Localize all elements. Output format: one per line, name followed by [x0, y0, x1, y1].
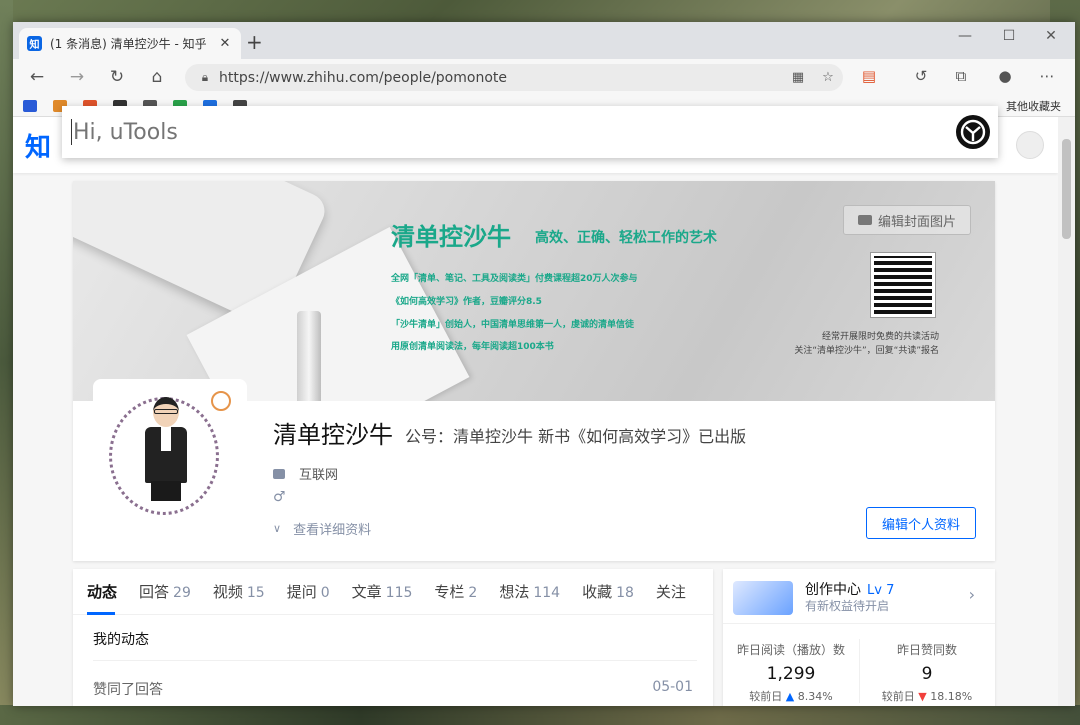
- active-tab-underline: [87, 612, 115, 615]
- activity-item-date: 05-01: [652, 679, 693, 695]
- stat-reads: 昨日阅读（播放）数 1,299 较前日 ▲ 8.34%: [723, 641, 859, 704]
- creator-center-card: 创作中心 Lv 7 有新权益待开启 › 昨日阅读（播放）数 1,299 较前日 ▲…: [723, 569, 995, 706]
- chevron-right-icon[interactable]: ›: [969, 585, 975, 604]
- arrow-up-icon: ▲: [785, 690, 795, 703]
- qr-code: [870, 252, 936, 318]
- creator-illustration-icon: [733, 581, 793, 615]
- activity-card: 动态 回答 29 视频 15 提问 0 文章 115 专栏 2 想法 114 收藏 18 关注…: [73, 569, 713, 706]
- favorite-add-icon[interactable]: ☆: [813, 70, 843, 85]
- profile-name: 清单控沙牛: [273, 421, 393, 449]
- briefcase-icon: [273, 468, 285, 479]
- qr-note: 经常开展限时免费的共读活动: [821, 332, 939, 342]
- refresh-icon[interactable]: ↻: [107, 67, 127, 87]
- tab-bar: 知 (1 条消息) 清单控沙牛 - 知乎 ✕ + — ☐ ✕: [13, 22, 1075, 59]
- section-title: 我的动态: [93, 632, 149, 648]
- verified-badge-icon: [211, 391, 231, 411]
- home-icon[interactable]: ⌂: [147, 67, 167, 87]
- utools-logo-icon[interactable]: [956, 115, 990, 149]
- utools-search-input[interactable]: [72, 119, 956, 145]
- tab-title: (1 条消息) 清单控沙牛 - 知乎: [50, 37, 207, 51]
- cover-title: 清单控沙牛: [391, 223, 511, 251]
- divider: [723, 623, 995, 624]
- cover-line: 《如何高效学习》作者，豆瓣评分8.5: [391, 297, 542, 307]
- forward-icon[interactable]: →: [67, 67, 87, 87]
- profile-card: 清单控沙牛 高效、正确、轻松工作的艺术 全网「清单、笔记、工具及阅读类」付费课程…: [73, 181, 995, 561]
- edit-cover-button[interactable]: 编辑封面图片: [843, 205, 971, 235]
- profile-avatar-icon[interactable]: ●: [993, 67, 1017, 85]
- bookmarks-other-folder[interactable]: 其他收藏夹: [1006, 98, 1061, 114]
- gender-row: ♂: [273, 489, 286, 505]
- edit-profile-button[interactable]: 编辑个人资料: [866, 507, 976, 539]
- detail-row[interactable]: ∨ 查看详细资料: [273, 519, 371, 538]
- page-scrollbar[interactable]: [1058, 117, 1075, 706]
- tab-answers[interactable]: 回答 29: [139, 569, 191, 614]
- stat-reads-value: 1,299: [766, 664, 816, 684]
- profile-cover: 清单控沙牛 高效、正确、轻松工作的艺术 全网「清单、笔记、工具及阅读类」付费课程…: [73, 181, 995, 401]
- tab-following[interactable]: 关注: [656, 569, 686, 614]
- avatar-person: [141, 397, 189, 501]
- camera-icon: [857, 215, 872, 225]
- address-toolbar: ← → ↻ ⌂ 🔒︎ https://www.zhihu.com/people/…: [13, 59, 1075, 95]
- url-text: https://www.zhihu.com/people/pomonote: [219, 69, 507, 86]
- zhihu-logo[interactable]: 知: [25, 127, 51, 164]
- stat-likes: 昨日赞同数 9 较前日 ▼ 18.18%: [859, 641, 995, 704]
- back-icon[interactable]: ←: [27, 67, 47, 87]
- divider: [93, 660, 697, 661]
- cover-subtitle: 高效、正确、轻松工作的艺术: [535, 230, 717, 246]
- user-avatar-small[interactable]: [1016, 131, 1044, 159]
- tab-activity[interactable]: 动态: [87, 569, 117, 614]
- utools-search-bar: [62, 106, 998, 158]
- profile-avatar[interactable]: [93, 379, 247, 533]
- chevron-down-icon: ∨: [273, 522, 282, 535]
- creator-subtitle: 有新权益待开启: [805, 599, 890, 613]
- extension-icon[interactable]: ▤: [857, 67, 881, 85]
- tab-close-icon[interactable]: ✕: [217, 36, 233, 51]
- cover-pen-graphic: [297, 311, 321, 401]
- view-details-link[interactable]: 查看详细资料: [293, 519, 371, 538]
- browser-window: 知 (1 条消息) 清单控沙牛 - 知乎 ✕ + — ☐ ✕ ← → ↻ ⌂ 🔒…: [13, 22, 1075, 706]
- stat-likes-value: 9: [921, 664, 933, 684]
- desktop-wallpaper-left: [0, 0, 13, 725]
- profile-tabs: 动态 回答 29 视频 15 提问 0 文章 115 专栏 2 想法 114 收藏 18 关注: [73, 569, 713, 615]
- profile-headline: 公号：清单控沙牛 新书《如何高效学习》已出版: [405, 427, 747, 446]
- cover-line: 「沙牛清单」创始人，中国清单思维第一人，虔诚的清单信徒: [391, 320, 635, 330]
- new-tab-icon[interactable]: +: [246, 30, 263, 54]
- scroll-thumb[interactable]: [1062, 139, 1071, 239]
- tab-questions[interactable]: 提问 0: [287, 569, 330, 614]
- zhihu-favicon-icon: 知: [27, 36, 42, 51]
- qr-note: 关注“清单控沙牛”，回复“共读”报名: [794, 346, 939, 356]
- cover-line: 用原创清单阅读法，每年阅读超100本书: [391, 342, 554, 352]
- tab-articles[interactable]: 文章 115: [352, 569, 413, 614]
- desktop-wallpaper-bottom: [0, 705, 1080, 725]
- cover-line: 全网「清单、笔记、工具及阅读类」付费课程超20万人次参与: [391, 274, 638, 284]
- zhihu-page: 知 清单控沙牛 高效、正确、轻松工作的艺术 全网「清单、笔记、工具及阅读类」付费…: [13, 117, 1058, 706]
- edit-cover-label: 编辑封面图片: [877, 214, 956, 230]
- collections-icon[interactable]: ⧉: [949, 67, 973, 85]
- tab-thoughts[interactable]: 想法 114: [499, 569, 560, 614]
- industry-row: 互联网: [273, 464, 338, 483]
- activity-item-label: 赞同了回答: [93, 682, 163, 698]
- lock-icon: 🔒︎: [201, 70, 209, 84]
- more-menu-icon[interactable]: ⋯: [1035, 67, 1059, 85]
- app-grid-icon[interactable]: ▦: [783, 70, 813, 85]
- url-bar[interactable]: 🔒︎ https://www.zhihu.com/people/pomonote…: [185, 64, 843, 91]
- close-window-icon[interactable]: ✕: [1031, 28, 1071, 44]
- creator-level: Lv 7: [867, 583, 895, 598]
- browser-tab-active[interactable]: 知 (1 条消息) 清单控沙牛 - 知乎 ✕: [19, 28, 241, 59]
- creator-center-link[interactable]: 创作中心 Lv 7: [805, 579, 894, 599]
- tab-collections[interactable]: 收藏 18: [582, 569, 634, 614]
- industry-text: 互联网: [299, 468, 339, 483]
- maximize-icon[interactable]: ☐: [989, 28, 1029, 44]
- history-icon[interactable]: ↺: [909, 67, 933, 85]
- minimize-icon[interactable]: —: [945, 28, 985, 44]
- arrow-down-icon: ▼: [918, 690, 927, 703]
- tab-videos[interactable]: 视频 15: [213, 569, 265, 614]
- tab-columns[interactable]: 专栏 2: [434, 569, 477, 614]
- male-icon: ♂: [273, 489, 286, 505]
- bookmark-icon[interactable]: [23, 100, 37, 112]
